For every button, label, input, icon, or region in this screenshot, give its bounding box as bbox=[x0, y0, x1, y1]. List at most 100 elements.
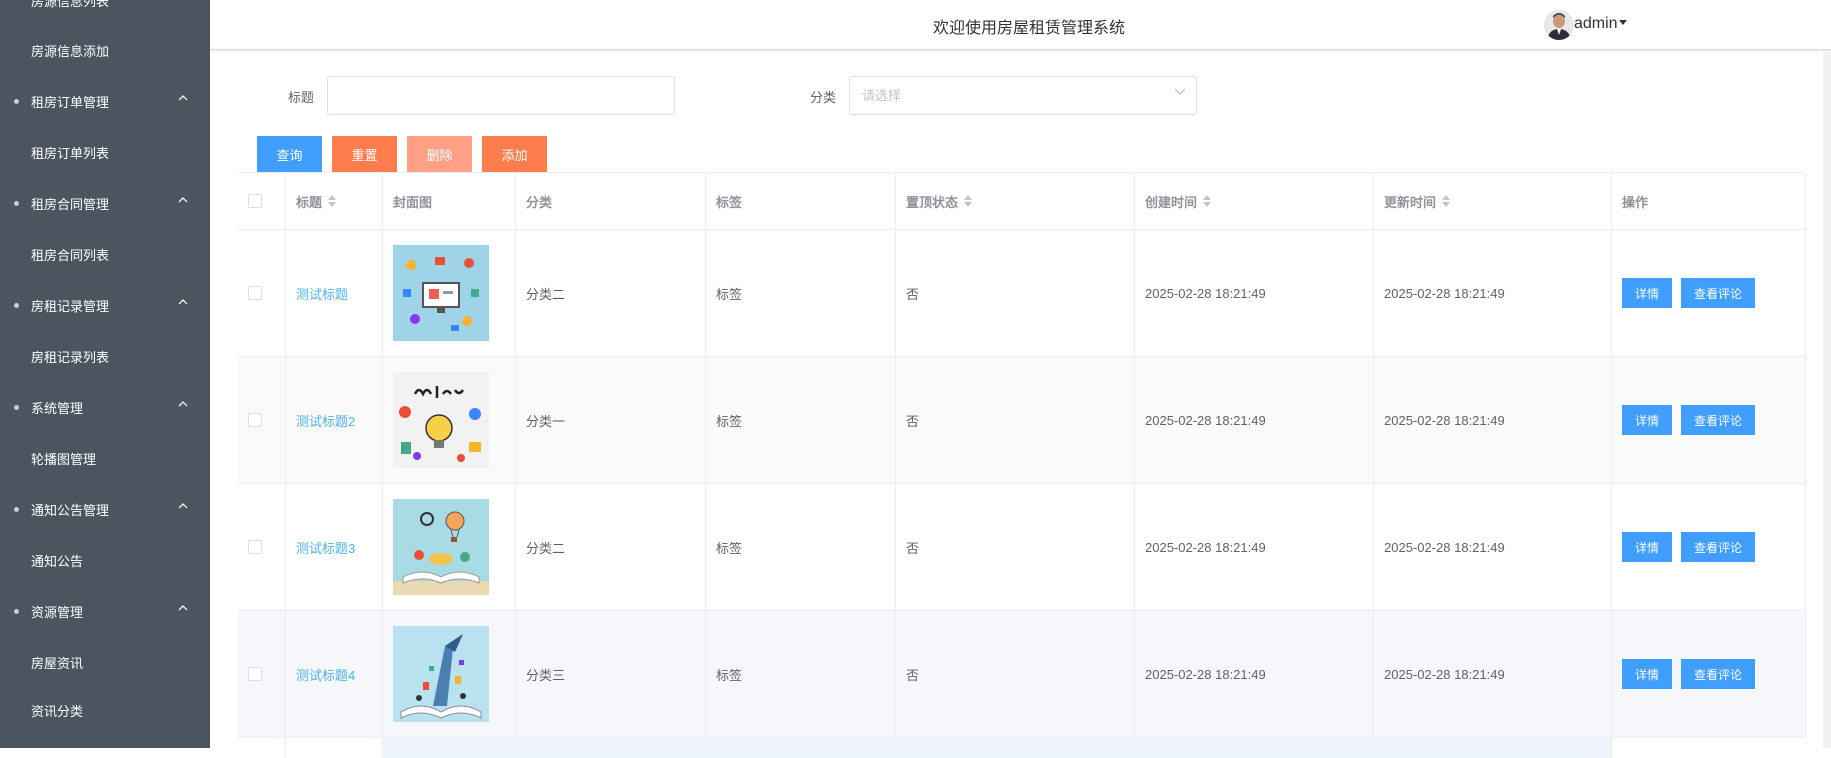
chevron-up-icon bbox=[178, 93, 188, 103]
column-title-label: 分类 bbox=[526, 194, 553, 210]
sidebar-item-news-category[interactable]: 资讯分类 bbox=[0, 688, 210, 732]
column-header-created[interactable]: 创建时间 bbox=[1135, 173, 1374, 229]
created-time: 2025-02-28 18:21:49 bbox=[1145, 539, 1266, 555]
view-comments-button[interactable]: 查看评论 bbox=[1681, 659, 1756, 689]
sidebar-item-order-list[interactable]: 租房订单列表 bbox=[0, 130, 210, 174]
avatar[interactable] bbox=[1544, 10, 1574, 40]
tag-text: 标签 bbox=[716, 540, 743, 556]
bullet-icon bbox=[14, 404, 19, 410]
detail-button[interactable]: 详情 bbox=[1622, 278, 1673, 308]
scrollbar[interactable] bbox=[1823, 50, 1831, 748]
detail-button[interactable]: 详情 bbox=[1622, 532, 1673, 562]
title-link[interactable]: 测试标题2 bbox=[296, 411, 355, 430]
updated-time: 2025-02-28 18:21:49 bbox=[1384, 412, 1505, 428]
sidebar-group-notice[interactable]: 通知公告管理 bbox=[0, 487, 210, 531]
table-row: 测试标题2 分类一 标签 否 2025-02-28 18:21:49 2025-… bbox=[238, 357, 1806, 484]
sidebar-group-resource[interactable]: 资源管理 bbox=[0, 589, 210, 633]
view-comments-button[interactable]: 查看评论 bbox=[1681, 405, 1756, 435]
title-link[interactable]: 测试标题 bbox=[296, 284, 348, 303]
sidebar-item-notice[interactable]: 通知公告 bbox=[0, 538, 210, 582]
row-checkbox[interactable] bbox=[248, 540, 262, 554]
sidebar-item-house-news[interactable]: 房屋资讯 bbox=[0, 640, 210, 684]
bullet-icon bbox=[14, 302, 19, 308]
pinned-status: 否 bbox=[906, 413, 920, 429]
created-time: 2025-02-28 18:21:49 bbox=[1145, 285, 1266, 301]
delete-button[interactable]: 删除 bbox=[407, 136, 472, 172]
column-header-updated[interactable]: 更新时间 bbox=[1374, 173, 1612, 229]
title-link[interactable]: 测试标题4 bbox=[296, 665, 355, 684]
cover-image bbox=[393, 626, 489, 722]
sort-icon[interactable] bbox=[1203, 195, 1212, 207]
sidebar-item-house-list[interactable]: 房源信息列表 bbox=[0, 0, 210, 22]
title-link[interactable]: 测试标题3 bbox=[296, 538, 355, 557]
sidebar-group-order[interactable]: 租房订单管理 bbox=[0, 79, 210, 123]
cover-cell bbox=[383, 357, 516, 483]
bullet-icon bbox=[14, 200, 19, 206]
sidebar-group-label: 系统管理 bbox=[31, 400, 84, 416]
bullet-icon bbox=[14, 98, 19, 104]
chevron-up-icon bbox=[178, 501, 188, 511]
category-text: 分类三 bbox=[526, 667, 566, 683]
sidebar-group-contract[interactable]: 租房合同管理 bbox=[0, 181, 210, 225]
column-header-title[interactable]: 标题 bbox=[286, 173, 383, 229]
select-all-checkbox[interactable] bbox=[248, 194, 262, 208]
sidebar-item-contract-list[interactable]: 租房合同列表 bbox=[0, 232, 210, 276]
sidebar-group-rent-record[interactable]: 房租记录管理 bbox=[0, 283, 210, 327]
chevron-up-icon bbox=[178, 603, 188, 613]
caret-down-icon bbox=[1619, 20, 1627, 25]
view-comments-button[interactable]: 查看评论 bbox=[1681, 278, 1756, 308]
sidebar: 房源信息列表 房源信息添加 租房订单管理 租房订单列表 租房合同管理 租房合同列… bbox=[0, 0, 210, 748]
chevron-down-icon bbox=[1174, 88, 1186, 95]
view-comments-button[interactable]: 查看评论 bbox=[1681, 532, 1756, 562]
updated-time: 2025-02-28 18:21:49 bbox=[1384, 666, 1505, 682]
row-checkbox[interactable] bbox=[248, 667, 262, 681]
sort-icon[interactable] bbox=[328, 195, 337, 207]
row-checkbox[interactable] bbox=[248, 286, 262, 300]
title-search-input[interactable] bbox=[327, 76, 675, 115]
table-row: 测试标题 分类二 标签 否 2025-02-28 18:21:49 2025-0… bbox=[238, 230, 1806, 357]
detail-button[interactable]: 详情 bbox=[1622, 405, 1673, 435]
updated-time: 2025-02-28 18:21:49 bbox=[1384, 539, 1505, 555]
detail-button[interactable]: 详情 bbox=[1622, 659, 1673, 689]
updated-time: 2025-02-28 18:21:49 bbox=[1384, 285, 1505, 301]
select-all-cell bbox=[238, 173, 286, 229]
column-header-pinned[interactable]: 置顶状态 bbox=[896, 173, 1135, 229]
reset-button[interactable]: 重置 bbox=[332, 136, 397, 172]
sidebar-item-label: 租房订单列表 bbox=[31, 145, 110, 161]
column-title-label: 封面图 bbox=[393, 194, 433, 210]
sidebar-item-carousel[interactable]: 轮播图管理 bbox=[0, 436, 210, 480]
sort-icon[interactable] bbox=[964, 195, 973, 207]
created-time: 2025-02-28 18:21:49 bbox=[1145, 666, 1266, 682]
category-text: 分类二 bbox=[526, 540, 566, 556]
tag-text: 标签 bbox=[716, 667, 743, 683]
table-row: 测试标题3 分类二 标签 否 2025-02-28 18:21:49 2025-… bbox=[238, 484, 1806, 611]
category-select[interactable] bbox=[849, 76, 1197, 115]
bullet-icon bbox=[14, 506, 19, 512]
sidebar-item-rent-record-list[interactable]: 房租记录列表 bbox=[0, 334, 210, 378]
data-table: 标题 封面图 分类 标签 置顶状态 创建时间 更新时间 操作 测试标题 分类二 bbox=[237, 172, 1806, 758]
user-menu[interactable]: admin bbox=[1574, 15, 1618, 33]
sidebar-group-label: 租房合同管理 bbox=[31, 196, 110, 212]
row-checkbox[interactable] bbox=[248, 413, 262, 427]
cover-cell bbox=[383, 611, 516, 737]
sidebar-group-label: 通知公告管理 bbox=[31, 502, 110, 518]
sidebar-item-house-add[interactable]: 房源信息添加 bbox=[0, 28, 210, 72]
sidebar-item-label: 房源信息添加 bbox=[31, 43, 110, 59]
sidebar-group-system[interactable]: 系统管理 bbox=[0, 385, 210, 429]
page-title: 欢迎使用房屋租赁管理系统 bbox=[933, 20, 1126, 37]
cover-image bbox=[393, 245, 489, 341]
bullet-icon bbox=[14, 608, 19, 614]
sort-icon[interactable] bbox=[1442, 195, 1451, 207]
sidebar-item-label: 房源信息列表 bbox=[31, 0, 110, 9]
category-filter-label: 分类 bbox=[810, 90, 837, 105]
sidebar-group-label: 房租记录管理 bbox=[31, 298, 110, 314]
sidebar-item-label: 轮播图管理 bbox=[31, 451, 97, 467]
sidebar-item-label: 房屋资讯 bbox=[31, 655, 84, 671]
add-button[interactable]: 添加 bbox=[482, 136, 547, 172]
column-title-label: 置顶状态 bbox=[906, 194, 959, 210]
query-button[interactable]: 查询 bbox=[257, 136, 322, 172]
cover-image bbox=[393, 499, 489, 595]
pinned-status: 否 bbox=[906, 286, 920, 302]
cover-cell bbox=[383, 230, 516, 356]
column-title-label: 标题 bbox=[296, 194, 323, 210]
